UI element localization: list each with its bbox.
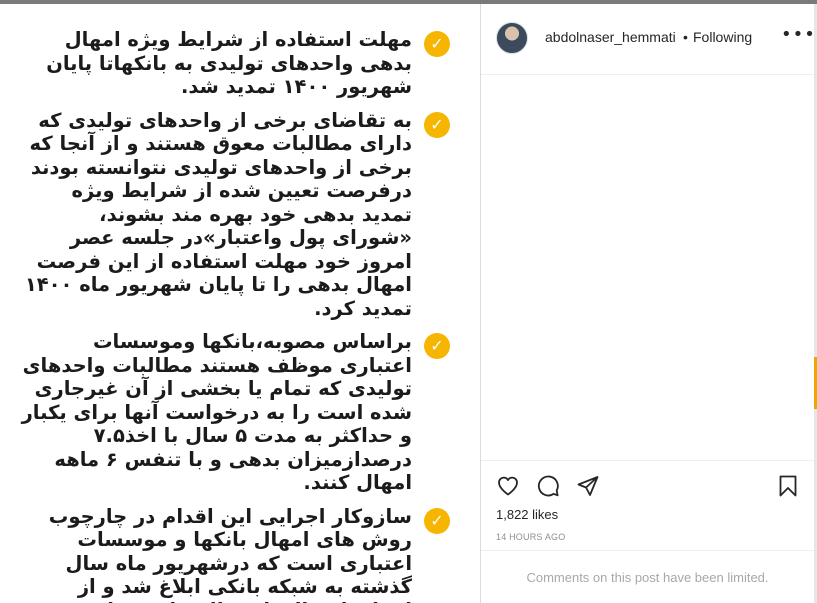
- bullet-text: مهلت استفاده از شرایط ویژه امهال بدهی وا…: [46, 28, 412, 98]
- bullet-text: براساس مصوبه،بانکها وموسسات اعتباری موظف…: [21, 330, 412, 494]
- check-circle-icon: ✓: [424, 333, 450, 359]
- post-header: abdolnaser_hemmati • Following •••: [481, 4, 815, 75]
- like-count[interactable]: 1,822 likes: [496, 507, 558, 522]
- bullet-text: به تقاضای برخی از واحدهای تولیدی که دارا…: [24, 108, 412, 320]
- share-icon[interactable]: [576, 474, 600, 498]
- comment-divider: [481, 550, 814, 551]
- more-horizontal-icon[interactable]: •••: [781, 24, 815, 46]
- comment-icon[interactable]: [536, 474, 560, 498]
- post-image[interactable]: ✓ مهلت استفاده از شرایط ویژه امهال بدهی …: [0, 4, 480, 603]
- username-link[interactable]: abdolnaser_hemmati: [545, 29, 676, 45]
- post-timestamp[interactable]: 14 HOURS AGO: [496, 532, 565, 542]
- bullet-text: سازوکار اجرایی این اقدام در چارچوب روش ه…: [48, 504, 412, 603]
- avatar[interactable]: [496, 22, 528, 54]
- separator-dot: •: [683, 29, 688, 45]
- bookmark-icon[interactable]: [776, 474, 800, 498]
- bullet-item: ✓ سازوکار اجرایی این اقدام در چارچوب روش…: [20, 505, 450, 603]
- actions-divider: [481, 460, 814, 461]
- check-circle-icon: ✓: [424, 507, 450, 534]
- post-sidebar: abdolnaser_hemmati • Following ••• 1,822…: [481, 4, 815, 603]
- heart-icon[interactable]: [496, 474, 520, 498]
- bullet-item: ✓ مهلت استفاده از شرایط ویژه امهال بدهی …: [20, 28, 450, 99]
- bullet-item: ✓ به تقاضای برخی از واحدهای تولیدی که دا…: [20, 109, 450, 321]
- check-circle-icon: ✓: [424, 111, 450, 138]
- comments-area: [481, 75, 814, 460]
- comments-limited-notice: Comments on this post have been limited.: [526, 570, 769, 585]
- bullet-list: ✓ مهلت استفاده از شرایط ویژه امهال بدهی …: [20, 28, 450, 603]
- following-button[interactable]: Following: [693, 29, 752, 45]
- bullet-item: ✓ براساس مصوبه،بانکها وموسسات اعتباری مو…: [20, 330, 450, 495]
- check-circle-icon: ✓: [424, 31, 450, 57]
